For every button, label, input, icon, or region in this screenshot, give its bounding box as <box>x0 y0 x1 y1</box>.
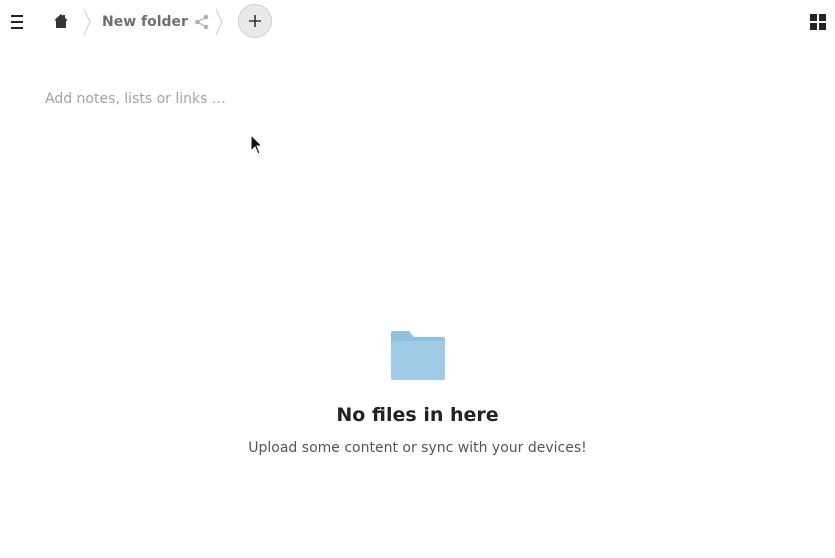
mouse-pointer-icon <box>250 134 264 155</box>
share-button[interactable] <box>193 13 211 31</box>
breadcrumb-separator-icon <box>215 8 223 36</box>
home-button[interactable] <box>49 9 73 33</box>
grid-view-icon <box>810 14 817 21</box>
home-icon <box>54 14 68 28</box>
grid-view-toggle[interactable] <box>810 14 826 30</box>
folder-icon <box>390 331 445 380</box>
new-item-button[interactable] <box>238 4 272 38</box>
hamburger-menu-icon <box>11 15 23 17</box>
app-menu-button[interactable] <box>5 10 29 34</box>
empty-state: No files in here Upload some content or … <box>0 330 835 456</box>
plus-icon <box>249 15 261 27</box>
header-bar: New folder <box>0 0 835 44</box>
empty-state-subtitle: Upload some content or sync with your de… <box>248 440 587 456</box>
breadcrumb-current-folder[interactable]: New folder <box>102 14 188 30</box>
empty-state-title: No files in here <box>336 404 499 426</box>
share-icon <box>195 14 209 30</box>
breadcrumb-separator-icon <box>83 8 91 36</box>
folder-notes-input[interactable] <box>45 88 545 110</box>
